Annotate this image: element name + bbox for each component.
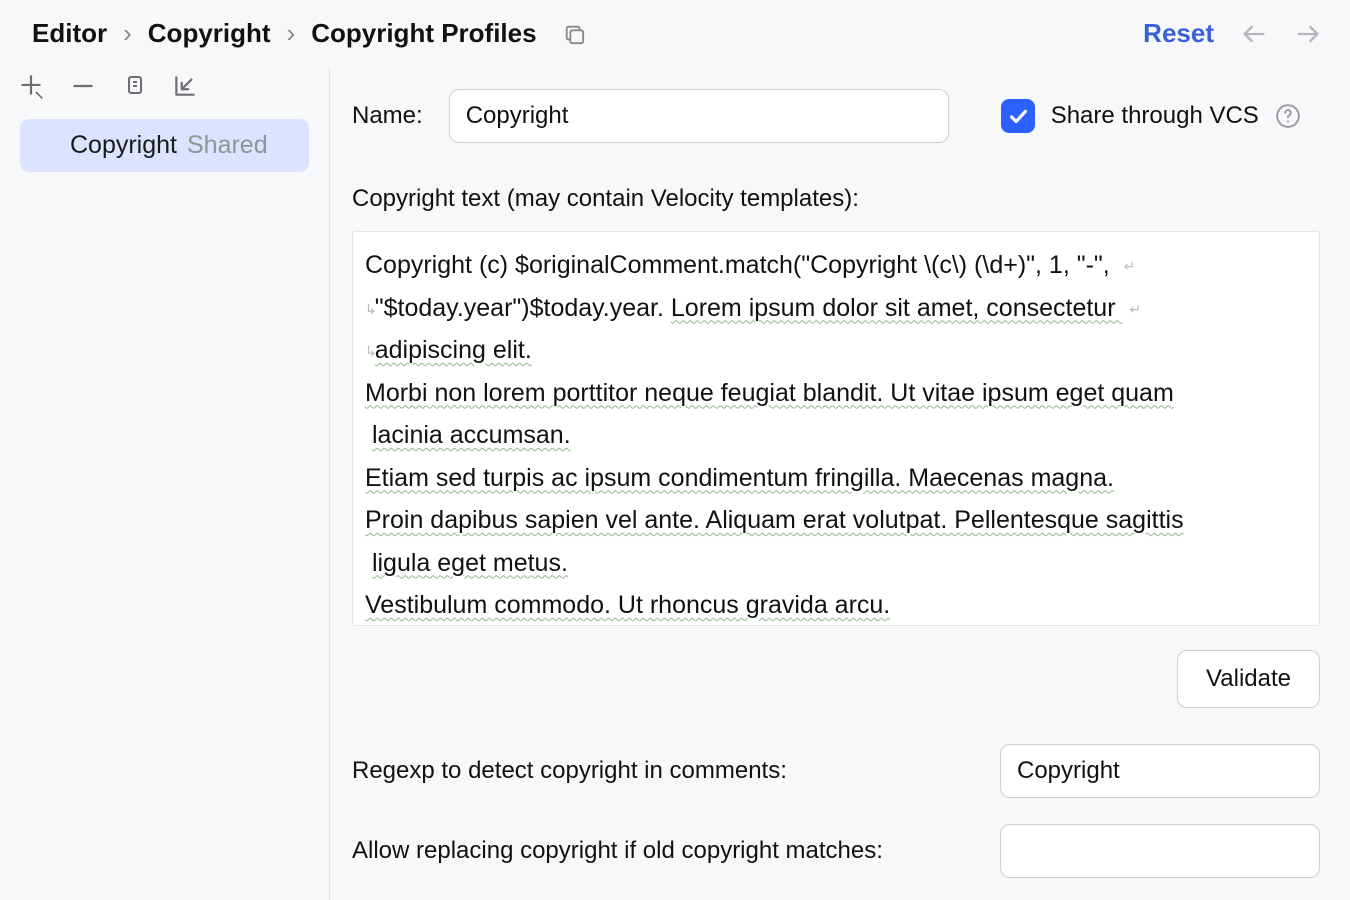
profiles-list: Copyright Shared bbox=[0, 113, 329, 172]
regexp-label: Regexp to detect copyright in comments: bbox=[352, 757, 787, 785]
profile-form: Name: Share through VCS Copyright text (… bbox=[330, 67, 1350, 900]
forward-icon[interactable] bbox=[1294, 20, 1322, 48]
profile-item[interactable]: Copyright Shared bbox=[20, 119, 309, 172]
popout-icon[interactable] bbox=[563, 23, 585, 45]
chevron-right-icon: › bbox=[287, 18, 296, 49]
sidebar-toolbar bbox=[0, 67, 329, 113]
breadcrumb: Editor › Copyright › Copyright Profiles bbox=[32, 18, 1143, 49]
import-icon[interactable] bbox=[172, 73, 198, 99]
copy-icon[interactable] bbox=[122, 74, 146, 98]
breadcrumb-editor[interactable]: Editor bbox=[32, 18, 107, 49]
allow-replace-label: Allow replacing copyright if old copyrig… bbox=[352, 837, 883, 865]
allow-replace-input[interactable] bbox=[1000, 824, 1320, 878]
chevron-right-icon: › bbox=[123, 18, 132, 49]
regexp-input[interactable] bbox=[1000, 744, 1320, 798]
name-input[interactable] bbox=[449, 89, 949, 143]
header-bar: Editor › Copyright › Copyright Profiles … bbox=[0, 0, 1350, 67]
add-icon[interactable] bbox=[18, 73, 44, 99]
header-actions: Reset bbox=[1143, 18, 1322, 49]
share-vcs-label: Share through VCS bbox=[1051, 102, 1259, 130]
breadcrumb-copyright[interactable]: Copyright bbox=[148, 18, 271, 49]
regexp-row: Regexp to detect copyright in comments: bbox=[352, 744, 1320, 798]
validate-row: Validate bbox=[352, 636, 1320, 718]
settings-page: Editor › Copyright › Copyright Profiles … bbox=[0, 0, 1350, 900]
name-label: Name: bbox=[352, 102, 423, 130]
allow-replace-row: Allow replacing copyright if old copyrig… bbox=[352, 824, 1320, 878]
name-row: Name: Share through VCS bbox=[352, 89, 1320, 143]
body: Copyright Shared Name: Share through VCS bbox=[0, 67, 1350, 900]
breadcrumb-current: Copyright Profiles bbox=[311, 18, 536, 49]
reset-button[interactable]: Reset bbox=[1143, 18, 1214, 49]
share-vcs-checkbox[interactable] bbox=[1001, 99, 1035, 133]
validate-button[interactable]: Validate bbox=[1177, 650, 1320, 708]
profiles-sidebar: Copyright Shared bbox=[0, 67, 330, 900]
profile-item-label: Copyright bbox=[70, 131, 177, 160]
profile-item-badge: Shared bbox=[187, 131, 268, 160]
copyright-text-label: Copyright text (may contain Velocity tem… bbox=[352, 185, 1320, 213]
share-vcs-block: Share through VCS bbox=[1001, 99, 1301, 133]
remove-icon[interactable] bbox=[70, 73, 96, 99]
copyright-text-editor[interactable]: Copyright (c) $originalComment.match("Co… bbox=[352, 231, 1320, 626]
back-icon[interactable] bbox=[1240, 20, 1268, 48]
help-icon[interactable] bbox=[1275, 103, 1301, 129]
